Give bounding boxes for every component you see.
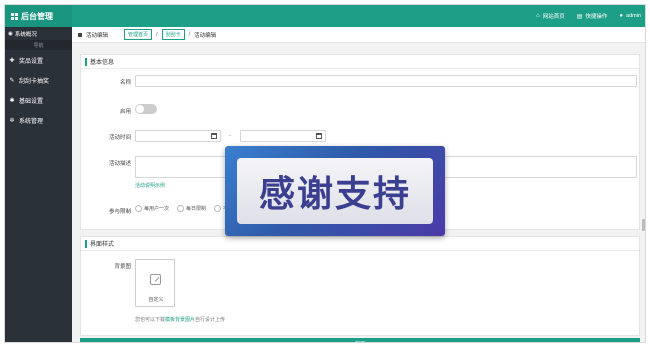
app-window: 后台管理 ⌂ 网站首页 ▤ 快捷操作 ● admin ◉ 系统概况 导航 ✚ 奖… bbox=[4, 4, 646, 343]
card-header: 界面样式 bbox=[81, 237, 639, 251]
card-header: 基本信息 bbox=[81, 55, 639, 69]
name-input[interactable] bbox=[135, 75, 637, 87]
card-title: 界面样式 bbox=[90, 242, 115, 248]
edit-image-icon bbox=[150, 274, 161, 285]
calendar-icon bbox=[211, 133, 217, 139]
save-button[interactable]: 保存 bbox=[80, 338, 640, 342]
sidebar-overview-label: 系统概况 bbox=[14, 31, 37, 38]
quick-ops-label: 快捷操作 bbox=[585, 14, 608, 20]
card-icon: ▤ bbox=[576, 13, 583, 20]
gear-icon: ✱ bbox=[9, 97, 15, 104]
home-icon: ⌂ bbox=[536, 13, 540, 19]
breadcrumb: 活动编辑 管理首页 / 刮刮卡 / 活动编辑 bbox=[72, 27, 645, 43]
name-label: 名称 bbox=[119, 80, 131, 86]
site-home-link[interactable]: ⌂ 网站首页 bbox=[536, 12, 565, 20]
app-title: 后台管理 bbox=[21, 11, 53, 21]
user-name: admin bbox=[626, 13, 641, 19]
template-download-link[interactable]: 模板背景图片 bbox=[165, 317, 195, 323]
breadcrumb-home[interactable]: 管理首页 bbox=[124, 29, 153, 40]
enable-toggle[interactable] bbox=[135, 104, 157, 114]
style-card: 界面样式 背景图 自定义 您也可以下载模板背景图片自行设计上传 bbox=[80, 236, 640, 336]
breadcrumb-section: 活动编辑 bbox=[86, 32, 109, 39]
square-icon bbox=[78, 32, 82, 37]
sidebar-item-overview[interactable]: ◉ 系统概况 bbox=[5, 27, 72, 40]
cogs-icon: ✲ bbox=[9, 117, 15, 124]
sidebar-item-label: 基础设置 bbox=[19, 98, 44, 105]
time-separator: - bbox=[229, 133, 231, 139]
sidebar-item-scratch-card[interactable]: ✎ 刮刮卡抽奖 bbox=[5, 70, 72, 90]
limit-label: 参与限制 bbox=[108, 209, 131, 215]
time-label: 活动时间 bbox=[108, 135, 131, 141]
sidebar-item-system[interactable]: ✲ 系统管理 bbox=[5, 110, 72, 130]
gift-icon: ✚ bbox=[9, 57, 15, 64]
limit-radio-group: 每用户一次 每日限制 不限 bbox=[135, 205, 233, 212]
grid-icon bbox=[11, 12, 18, 20]
top-right-menu: ⌂ 网站首页 ▤ 快捷操作 ● admin bbox=[536, 5, 641, 27]
user-menu[interactable]: ● admin bbox=[619, 13, 641, 19]
limit-option[interactable]: 每日限制 bbox=[177, 205, 206, 212]
sidebar: ◉ 系统概况 导航 ✚ 奖品设置 ✎ 刮刮卡抽奖 ✱ 基础设置 ✲ 系统管理 bbox=[5, 27, 72, 342]
limit-option[interactable]: 每用户一次 bbox=[135, 205, 169, 212]
sidebar-item-label: 刮刮卡抽奖 bbox=[19, 78, 50, 85]
start-date-input[interactable] bbox=[135, 130, 221, 142]
end-date-input[interactable] bbox=[240, 130, 326, 142]
banner-text: 感谢支持 bbox=[258, 174, 411, 215]
sidebar-item-basic-settings[interactable]: ✱ 基础设置 bbox=[5, 90, 72, 110]
desc-label: 活动描述 bbox=[108, 161, 131, 167]
sidebar-item-label: 奖品设置 bbox=[19, 58, 44, 65]
background-upload[interactable]: 自定义 bbox=[135, 259, 175, 307]
sidebar-item-prizes[interactable]: ✚ 奖品设置 bbox=[5, 50, 72, 70]
user-icon: ● bbox=[619, 13, 624, 19]
quick-ops-link[interactable]: ▤ 快捷操作 bbox=[576, 12, 608, 21]
sidebar-nav-label: 导航 bbox=[5, 40, 72, 50]
background-label: 背景图 bbox=[114, 264, 131, 270]
breadcrumb-parent[interactable]: 刮刮卡 bbox=[161, 29, 185, 40]
calendar-icon bbox=[316, 133, 322, 139]
top-bar: 后台管理 ⌂ 网站首页 ▤ 快捷操作 ● admin bbox=[5, 5, 645, 27]
breadcrumb-current: 活动编辑 bbox=[194, 32, 217, 39]
thank-you-banner: 感谢支持 bbox=[225, 146, 445, 236]
card-title: 基本信息 bbox=[90, 60, 115, 66]
sidebar-item-label: 系统管理 bbox=[19, 118, 44, 125]
ticket-icon: ✎ bbox=[9, 77, 15, 84]
dashboard-icon: ◉ bbox=[8, 30, 13, 37]
brand[interactable]: 后台管理 bbox=[5, 5, 72, 27]
site-home-label: 网站首页 bbox=[542, 14, 565, 20]
enable-label: 启用 bbox=[119, 109, 131, 115]
scrollbar-handle[interactable] bbox=[642, 219, 645, 231]
upload-caption: 自定义 bbox=[148, 297, 164, 303]
desc-example-link[interactable]: 活动说明示例 bbox=[135, 182, 165, 189]
background-hint: 您也可以下载模板背景图片自行设计上传 bbox=[135, 317, 226, 323]
